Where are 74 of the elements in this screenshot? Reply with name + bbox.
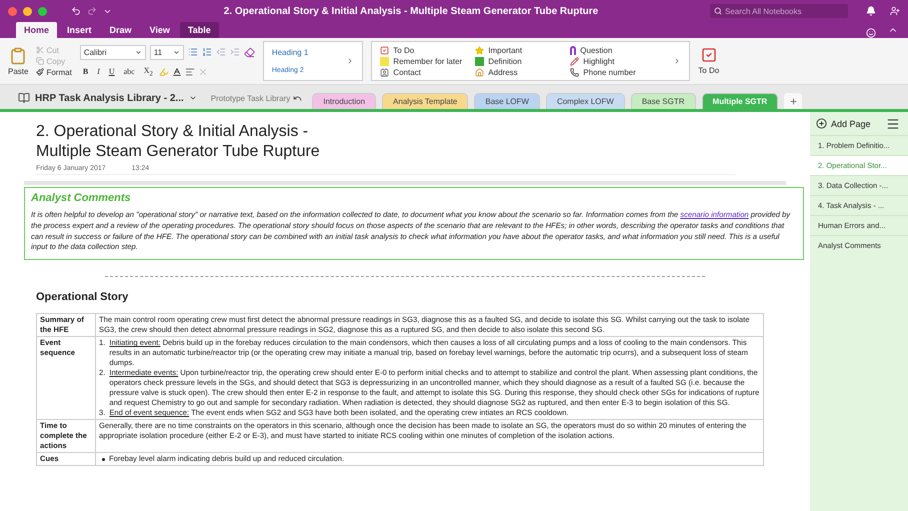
font-size-dropdown[interactable]: 11	[150, 44, 184, 60]
font-color-icon[interactable]	[172, 66, 182, 76]
bold-button[interactable]: B	[80, 67, 92, 76]
format-painter-button[interactable]: Format	[36, 68, 72, 76]
plus-circle-icon	[816, 118, 827, 129]
strikethrough-button[interactable]: abc	[120, 67, 138, 76]
back-arrow-icon	[293, 94, 302, 102]
notebook-icon	[18, 92, 30, 104]
ribbon-tab[interactable]: Home	[16, 22, 58, 38]
todo-button[interactable]: To Do	[698, 66, 720, 75]
tag-option[interactable]: Important	[475, 44, 570, 56]
ribbon-tab[interactable]: Insert	[59, 22, 100, 38]
close-button[interactable]	[8, 6, 17, 16]
notebook-dropdown[interactable]: HRP Task Analysis Library - 2...	[14, 87, 201, 109]
align-icon[interactable]	[184, 66, 195, 76]
paintbrush-icon	[36, 68, 44, 76]
list-icon[interactable]	[202, 47, 212, 58]
copy-icon	[36, 57, 44, 65]
pen-icon	[570, 56, 580, 66]
section-heading: Operational Story	[36, 291, 130, 304]
caret-icon	[188, 94, 197, 102]
window-title: 2. Operational Story & Initial Analysis - Multiple Steam Generator Tube Rupture	[222, 6, 600, 16]
plus-icon	[788, 96, 798, 106]
add-page-button[interactable]: Add Page	[810, 112, 877, 135]
italic-button[interactable]: I	[94, 67, 103, 76]
ribbon-tab[interactable]: Draw	[102, 22, 140, 38]
todo-checkbox-icon[interactable]	[700, 47, 717, 63]
section-tab[interactable]: Introduction	[312, 93, 376, 109]
star-icon	[475, 46, 484, 54]
tag-option[interactable]: Remember for later	[380, 56, 476, 66]
ribbon-tab[interactable]: Table	[180, 22, 219, 38]
section-tab[interactable]: Analysis Template	[382, 93, 468, 109]
checkbox-icon	[380, 46, 390, 54]
search-input[interactable]: Search All Notebooks	[725, 6, 825, 16]
contact-card-icon	[380, 68, 390, 76]
add-section-button[interactable]	[784, 93, 802, 109]
subscript-button[interactable]: X$_{2}$	[140, 66, 156, 78]
style-option[interactable]: Heading 1	[272, 48, 308, 57]
sort-icon[interactable]	[886, 116, 900, 130]
section-tab[interactable]: Base LOFW	[474, 93, 540, 109]
tag-option[interactable]: Contact	[380, 66, 476, 78]
tag-option[interactable]: Highlight	[570, 56, 666, 66]
bell-icon[interactable]	[866, 6, 876, 16]
ribbon-tab[interactable]: View	[142, 22, 178, 38]
smiley-icon[interactable]	[866, 28, 876, 38]
scissors-icon	[36, 46, 44, 54]
zoom-button[interactable]	[38, 6, 47, 16]
page-title: Multiple Steam Generator Tube Rupture	[36, 142, 321, 162]
section-tab[interactable]: Base SGTR	[630, 93, 696, 109]
tag-option[interactable]: Phone number	[570, 66, 666, 78]
house-icon	[475, 68, 484, 76]
search-icon	[714, 7, 722, 15]
section-tab[interactable]: Complex LOFW	[546, 93, 625, 109]
clipboard-icon[interactable]	[9, 46, 28, 64]
paste-button[interactable]: Paste	[8, 66, 28, 76]
phone-icon	[570, 68, 580, 76]
bullet-icon	[102, 458, 105, 462]
page-title: 2. Operational Story & Initial Analysis -	[36, 122, 310, 142]
minimize-button[interactable]	[23, 6, 32, 16]
comments-heading: Analyst Comments	[31, 192, 132, 204]
tag-option[interactable]: Address	[475, 66, 570, 78]
caret-icon	[172, 48, 180, 56]
section-group-button[interactable]: Prototype Task Library	[206, 87, 306, 109]
search-field[interactable]: Search All Notebooks	[710, 4, 848, 18]
tag-option[interactable]: Question	[570, 44, 666, 56]
tag-option[interactable]: Definition	[475, 56, 570, 66]
add-person-icon[interactable]	[890, 6, 900, 16]
caret-icon	[134, 48, 142, 56]
font-dropdown[interactable]: Calibri	[80, 44, 146, 60]
clear-format-icon[interactable]	[244, 46, 255, 58]
undo-icon[interactable]	[71, 6, 81, 16]
underline-button[interactable]: U	[106, 67, 118, 76]
redo-icon[interactable]	[87, 6, 97, 16]
tag-option[interactable]: To Do	[380, 44, 476, 56]
